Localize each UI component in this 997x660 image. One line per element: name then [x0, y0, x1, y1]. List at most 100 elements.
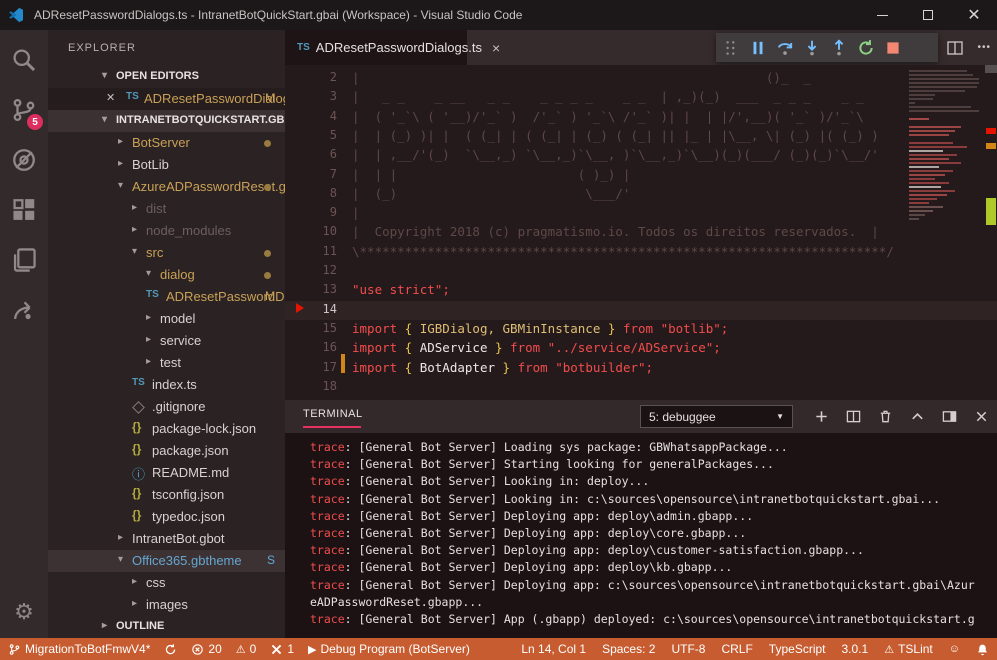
code-editor[interactable]: 2| ()_ _3| _ _ _ __ _ _ _ _ _ _ _ _ | ,_…: [285, 65, 997, 400]
tab-close-icon[interactable]: ×: [492, 40, 500, 56]
settings-gear-icon[interactable]: ⚙: [0, 594, 48, 630]
section-outline[interactable]: ▸OUTLINE: [48, 616, 285, 638]
tree-item-package-json[interactable]: {}package.json: [48, 440, 285, 462]
tree-item-readme-md[interactable]: ⓘREADME.md: [48, 462, 285, 484]
tab-adresetpassworddialogs[interactable]: TS ADResetPasswordDialogs.ts ×: [285, 30, 467, 65]
activity-extensions-icon[interactable]: [0, 188, 48, 232]
tree-item-dialog[interactable]: ▾dialog: [48, 264, 285, 286]
tree-item-node-modules[interactable]: ▸node_modules: [48, 220, 285, 242]
chevron-down-icon: ▾: [118, 554, 123, 565]
restart-icon[interactable]: [857, 39, 875, 57]
more-actions-icon[interactable]: •••: [977, 42, 991, 53]
git-status-badge: M: [265, 91, 275, 105]
status-typescript[interactable]: TypeScript: [769, 642, 826, 656]
play-icon: ▶: [308, 643, 316, 656]
minimize-button[interactable]: [859, 0, 905, 30]
activity-share-icon[interactable]: [0, 288, 48, 332]
code-line-12: 12: [285, 262, 997, 281]
status-git-branch[interactable]: MigrationToBotFmwV4*: [8, 642, 150, 656]
minimap[interactable]: [905, 65, 985, 400]
tree-item-test[interactable]: ▸test: [48, 352, 285, 374]
json-file-icon: {}: [132, 442, 141, 456]
tree-item-azureadpasswordreset-gba-[interactable]: ▾AzureADPasswordReset.gba...: [48, 176, 285, 198]
tree-item-botlib[interactable]: ▸BotLib: [48, 154, 285, 176]
json-file-icon: {}: [132, 420, 141, 434]
status-sync[interactable]: [164, 643, 177, 656]
sync-icon: [164, 643, 177, 656]
tree-item-tsconfig-json[interactable]: {}tsconfig.json: [48, 484, 285, 506]
status-bell[interactable]: [976, 643, 989, 656]
json-file-icon: {}: [132, 486, 141, 500]
tree-item-dist[interactable]: ▸dist: [48, 198, 285, 220]
vscode-logo-icon: [8, 7, 24, 23]
minimap-row: [909, 110, 979, 112]
code-line-7: 7| | | ( )_) |: [285, 166, 997, 185]
chevron-right-icon: ▸: [132, 598, 137, 609]
terminal-line: trace: [General Bot Server] Starting loo…: [310, 457, 997, 474]
minimap-row: [909, 182, 949, 184]
item-label: INTRANETBOTQUICKSTART.GBAI (WO...: [116, 114, 285, 126]
tree-item-model[interactable]: ▸model: [48, 308, 285, 330]
tree-item-css[interactable]: ▸css: [48, 572, 285, 594]
minimap-row: [909, 202, 929, 204]
tree-item-service[interactable]: ▸service: [48, 330, 285, 352]
activity-source-control-icon[interactable]: 5: [0, 88, 48, 132]
tree-item-intranetbot-gbot[interactable]: ▸IntranetBot.gbot: [48, 528, 285, 550]
close-button[interactable]: ✕: [951, 0, 997, 30]
status-label: Debug Program (BotServer): [320, 642, 469, 656]
chevron-up-icon[interactable]: [910, 409, 925, 424]
trash-icon[interactable]: [878, 409, 893, 424]
status-smiley[interactable]: ☺: [949, 643, 960, 655]
tree-item-office365-gbtheme[interactable]: ▾Office365.gbthemeS: [48, 550, 285, 572]
status-ln-14-col-1[interactable]: Ln 14, Col 1: [521, 642, 586, 656]
tree-item-index-ts[interactable]: TSindex.ts: [48, 374, 285, 396]
status-error-circle[interactable]: 20: [191, 642, 221, 656]
overview-ruler[interactable]: [985, 65, 997, 400]
activity-pages-icon[interactable]: [0, 238, 48, 282]
scrollbar-thumb[interactable]: [985, 65, 997, 73]
status-crlf[interactable]: CRLF: [721, 642, 752, 656]
maximize-button[interactable]: [905, 0, 951, 30]
item-label: AzureADPasswordReset.gba...: [132, 179, 285, 194]
status-label: 0: [250, 642, 257, 656]
open-editor-item[interactable]: ✕TSADResetPasswordDialog...M: [48, 88, 285, 110]
status-label: 1: [287, 642, 294, 656]
status-3-0-1[interactable]: 3.0.1: [842, 642, 869, 656]
tree-item-src[interactable]: ▾src: [48, 242, 285, 264]
status-utf-8[interactable]: UTF-8: [671, 642, 705, 656]
close-panel-icon[interactable]: [974, 409, 989, 424]
tree-item--gitignore[interactable]: .gitignore: [48, 396, 285, 418]
activity-search-icon[interactable]: [0, 38, 48, 82]
code-line-4: 4| ( '_`\ ( '__)/'_` ) /'_` ) '_`\ /'_` …: [285, 108, 997, 127]
terminal-select-value: 5: debuggee: [649, 410, 716, 424]
minimap-row: [909, 150, 943, 152]
status-warning[interactable]: ⚠0: [236, 642, 257, 656]
status-tools[interactable]: 1: [270, 642, 294, 656]
tree-item-images[interactable]: ▸images: [48, 594, 285, 616]
status-warning[interactable]: ⚠TSLint: [884, 642, 933, 656]
section-open-editors[interactable]: ▾OPEN EDITORS: [48, 66, 285, 88]
close-editor-icon[interactable]: ✕: [106, 91, 115, 104]
split-terminal-icon[interactable]: [846, 409, 861, 424]
step-out-icon[interactable]: [830, 39, 848, 57]
panel-toggle-icon[interactable]: [942, 409, 957, 424]
add-icon[interactable]: [814, 409, 829, 424]
step-over-icon[interactable]: [776, 39, 794, 57]
terminal-select[interactable]: 5: debuggee ▼: [640, 405, 793, 428]
tree-item-package-lock-json[interactable]: {}package-lock.json: [48, 418, 285, 440]
pause-icon[interactable]: [749, 39, 767, 57]
tree-item-botserver[interactable]: ▸BotServer: [48, 132, 285, 154]
tree-item-typedoc-json[interactable]: {}typedoc.json: [48, 506, 285, 528]
activity-debug-disabled-icon[interactable]: [0, 138, 48, 182]
step-into-icon[interactable]: [803, 39, 821, 57]
split-editor-icon[interactable]: [947, 40, 963, 56]
terminal-output[interactable]: trace: [General Bot Server] Loading sys …: [310, 440, 997, 638]
tree-item-adresetpassworddial-[interactable]: TSADResetPasswordDial...M: [48, 286, 285, 308]
status-play[interactable]: ▶ Debug Program (BotServer): [308, 642, 470, 656]
terminal-tab[interactable]: TERMINAL: [303, 408, 363, 420]
status-spaces-2[interactable]: Spaces: 2: [602, 642, 655, 656]
section-intranetbotquickstart-gbai-wo-[interactable]: ▾INTRANETBOTQUICKSTART.GBAI (WO...: [48, 110, 285, 132]
explorer-sidebar: EXPLORER ▾OPEN EDITORS✕TSADResetPassword…: [48, 30, 285, 638]
stop-icon[interactable]: [884, 39, 902, 57]
minimap-row: [909, 126, 961, 128]
